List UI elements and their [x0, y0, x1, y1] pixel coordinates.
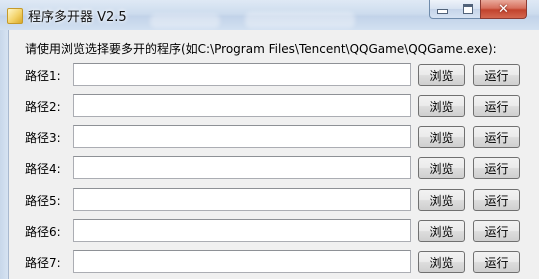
run-button-6[interactable]: 运行: [473, 220, 520, 242]
path-label-3: 路径3:: [25, 131, 61, 145]
minimize-button[interactable]: [429, 0, 456, 19]
path-label-7: 路径7:: [25, 256, 61, 270]
app-icon: [7, 8, 23, 24]
path-input-1[interactable]: [73, 63, 411, 86]
close-button[interactable]: ✕: [480, 0, 527, 19]
path-label-4: 路径4:: [25, 162, 61, 176]
path-input-3[interactable]: [73, 125, 411, 148]
path-row-3: 路径3: 浏览 运行: [9, 124, 539, 150]
run-button-3[interactable]: 运行: [473, 126, 520, 148]
aero-glass-highlight: [245, 12, 355, 28]
run-button-1[interactable]: 运行: [473, 64, 520, 86]
path-label-5: 路径5:: [25, 194, 61, 208]
path-row-5: 路径5: 浏览 运行: [9, 187, 539, 213]
window-title: 程序多开器 V2.5: [28, 10, 127, 25]
app-window: 程序多开器 V2.5 ✕ 请使用浏览选择要多开的程序(如C:\Program F…: [0, 0, 539, 279]
window-frame-left: [0, 30, 8, 279]
path-row-6: 路径6: 浏览 运行: [9, 218, 539, 244]
path-row-1: 路径1: 浏览 运行: [9, 62, 539, 88]
browse-button-6[interactable]: 浏览: [418, 220, 465, 242]
path-row-2: 路径2: 浏览 运行: [9, 93, 539, 119]
instruction-text: 请使用浏览选择要多开的程序(如C:\Program Files\Tencent\…: [25, 42, 497, 56]
path-row-4: 路径4: 浏览 运行: [9, 155, 539, 181]
path-label-1: 路径1:: [25, 69, 61, 83]
close-icon: ✕: [498, 1, 509, 17]
browse-button-1[interactable]: 浏览: [418, 64, 465, 86]
path-row-7: 路径7: 浏览 运行: [9, 249, 539, 275]
aero-glass-highlight: [150, 14, 220, 28]
browse-button-4[interactable]: 浏览: [418, 157, 465, 179]
client-area: 请使用浏览选择要多开的程序(如C:\Program Files\Tencent\…: [8, 30, 539, 279]
maximize-button[interactable]: [455, 0, 481, 19]
run-button-4[interactable]: 运行: [473, 157, 520, 179]
browse-button-7[interactable]: 浏览: [418, 251, 465, 273]
path-input-5[interactable]: [73, 188, 411, 211]
run-button-2[interactable]: 运行: [473, 95, 520, 117]
path-input-4[interactable]: [73, 156, 411, 179]
maximize-icon: [462, 4, 473, 14]
path-input-7[interactable]: [73, 250, 411, 273]
run-button-7[interactable]: 运行: [473, 251, 520, 273]
browse-button-3[interactable]: 浏览: [418, 126, 465, 148]
browse-button-2[interactable]: 浏览: [418, 95, 465, 117]
path-input-2[interactable]: [73, 94, 411, 117]
path-label-6: 路径6:: [25, 225, 61, 239]
path-input-6[interactable]: [73, 219, 411, 242]
browse-button-5[interactable]: 浏览: [418, 189, 465, 211]
title-bar[interactable]: 程序多开器 V2.5 ✕: [0, 0, 539, 30]
run-button-5[interactable]: 运行: [473, 189, 520, 211]
minimize-icon: [437, 9, 448, 14]
path-label-2: 路径2:: [25, 100, 61, 114]
